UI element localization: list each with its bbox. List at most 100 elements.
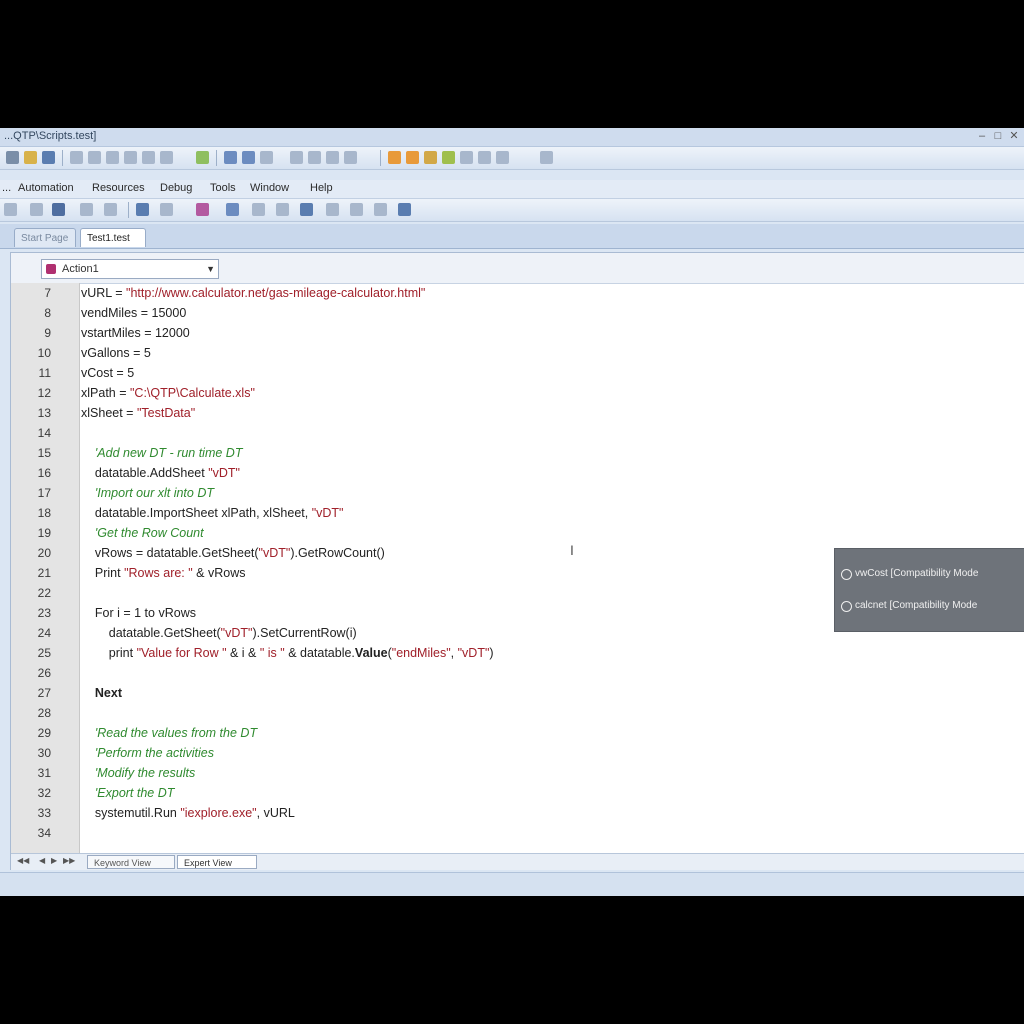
checkpoint-icon[interactable] [326, 151, 339, 164]
function-icon[interactable] [196, 203, 209, 216]
undo-icon[interactable] [124, 151, 137, 164]
menu-item-debug[interactable]: Debug [160, 182, 192, 194]
spy-icon[interactable] [308, 151, 321, 164]
maximize-button[interactable]: □ [992, 130, 1004, 142]
output-icon[interactable] [344, 151, 357, 164]
paste-icon[interactable] [106, 151, 119, 164]
code-line[interactable]: vstartMiles = 12000 [81, 323, 190, 343]
insert-step-icon[interactable] [136, 203, 149, 216]
menu-item-window[interactable]: Window [250, 182, 289, 194]
code-line[interactable]: xlPath = "C:\QTP\Calculate.xls" [81, 383, 255, 403]
code-token: ) [489, 646, 494, 660]
menu-item-help[interactable]: Help [310, 182, 333, 194]
code-line[interactable]: 'Perform the activities [81, 743, 214, 763]
menu-item-automation[interactable]: Automation [18, 182, 74, 194]
settings-icon[interactable] [478, 151, 491, 164]
debug-icon[interactable] [424, 151, 437, 164]
code-line[interactable]: xlSheet = "TestData" [81, 403, 195, 423]
bookmark-icon[interactable] [104, 203, 117, 216]
zoom-icon[interactable] [374, 203, 387, 216]
copy-icon[interactable] [88, 151, 101, 164]
comment-icon[interactable] [160, 203, 173, 216]
object-repository-icon[interactable] [290, 151, 303, 164]
code-comment: 'Import our xlt into DT [81, 486, 214, 500]
outdent-icon[interactable] [276, 203, 289, 216]
popup-item-calcnet[interactable]: calcnet [Compatibility Mode [841, 597, 977, 615]
line-number: 31 [37, 766, 51, 780]
taskbar-preview-popup: vwCost [Compatibility Mode calcnet [Comp… [834, 548, 1024, 632]
run-from-step-icon[interactable] [52, 203, 65, 216]
code-line[interactable]: 'Add new DT - run time DT [81, 443, 243, 463]
text-cursor-icon: I [570, 542, 574, 558]
run-icon[interactable] [224, 151, 237, 164]
code-line[interactable]: 'Modify the results [81, 763, 195, 783]
menu-item-resources[interactable]: Resources [92, 182, 145, 194]
toolbar-separator [128, 202, 129, 218]
forward-icon[interactable] [30, 203, 43, 216]
cut-icon[interactable] [70, 151, 83, 164]
code-line[interactable]: vRows = datatable.GetSheet("vDT").GetRow… [81, 543, 385, 563]
action-dropdown[interactable]: Action1 ▼ [41, 259, 219, 279]
find-icon[interactable] [160, 151, 173, 164]
tab-expert-view[interactable]: Expert View [177, 855, 257, 869]
close-button[interactable]: ✕ [1008, 130, 1020, 142]
highlight-icon[interactable] [388, 151, 401, 164]
code-line[interactable]: vendMiles = 15000 [81, 303, 186, 323]
step-generator-icon[interactable] [226, 203, 239, 216]
step-icon[interactable] [260, 151, 273, 164]
save-icon[interactable] [42, 151, 55, 164]
stop-icon[interactable] [242, 151, 255, 164]
open-icon[interactable] [24, 151, 37, 164]
prev-tab-icon[interactable]: ◀ [39, 856, 45, 865]
code-line[interactable]: 'Export the DT [81, 783, 175, 803]
code-token: ).GetRowCount() [290, 546, 385, 560]
title-bar: ...QTP\Scripts.test] – □ ✕ [0, 128, 1024, 147]
action-dropdown-value: Action1 [62, 263, 99, 275]
indent-icon[interactable] [252, 203, 265, 216]
refresh-icon[interactable] [80, 203, 93, 216]
redo-icon[interactable] [142, 151, 155, 164]
code-line[interactable]: 'Import our xlt into DT [81, 483, 214, 503]
results-icon[interactable] [442, 151, 455, 164]
next-tab-icon[interactable]: ▶ [51, 856, 57, 865]
code-line[interactable]: 'Read the values from the DT [81, 723, 257, 743]
options-icon[interactable] [460, 151, 473, 164]
code-line[interactable]: 'Get the Row Count [81, 523, 204, 543]
tab-start-page[interactable]: Start Page [14, 228, 76, 247]
minimize-button[interactable]: – [976, 130, 988, 142]
code-line[interactable]: vURL = "http://www.calculator.net/gas-mi… [81, 283, 425, 303]
code-token: xlSheet = [81, 406, 137, 420]
sync-icon[interactable] [326, 203, 339, 216]
first-tab-icon[interactable]: ◀◀ [17, 856, 29, 865]
code-line[interactable]: vGallons = 5 [81, 343, 151, 363]
code-line[interactable]: datatable.ImportSheet xlPath, xlSheet, "… [81, 503, 344, 523]
code-comment: 'Perform the activities [81, 746, 214, 760]
code-line[interactable]: vCost = 5 [81, 363, 134, 383]
tab-keyword-view[interactable]: Keyword View [87, 855, 175, 869]
new-icon[interactable] [6, 151, 19, 164]
tab-test-script[interactable]: Test1.test [80, 228, 146, 247]
menu-item-tools[interactable]: Tools [210, 182, 236, 194]
code-line[interactable]: datatable.AddSheet "vDT" [81, 463, 240, 483]
breakpoint-icon[interactable] [406, 151, 419, 164]
code-line[interactable]: systemutil.Run "iexplore.exe", vURL [81, 803, 295, 823]
help-icon[interactable] [496, 151, 509, 164]
format-icon[interactable] [398, 203, 411, 216]
last-tab-icon[interactable]: ▶▶ [63, 856, 75, 865]
code-line[interactable]: datatable.GetSheet("vDT").SetCurrentRow(… [81, 623, 357, 643]
code-line[interactable]: Next [81, 683, 122, 703]
view-icon[interactable] [350, 203, 363, 216]
toggle-breakpoint-icon[interactable] [300, 203, 313, 216]
extra-icon[interactable] [540, 151, 553, 164]
code-line[interactable]: Print "Rows are: " & vRows [81, 563, 246, 583]
code-line[interactable]: print "Value for Row " & i & " is " & da… [81, 643, 494, 663]
back-icon[interactable] [4, 203, 17, 216]
record-icon[interactable] [196, 151, 209, 164]
code-token: ).SetCurrentRow(i) [252, 626, 357, 640]
line-number: 11 [38, 366, 51, 380]
menu-item-more[interactable]: ... [2, 182, 11, 194]
code-line[interactable]: For i = 1 to vRows [81, 603, 196, 623]
popup-item-vwcost[interactable]: vwCost [Compatibility Mode [841, 565, 978, 583]
line-number: 18 [37, 506, 51, 520]
code-token: vCost = 5 [81, 366, 135, 380]
